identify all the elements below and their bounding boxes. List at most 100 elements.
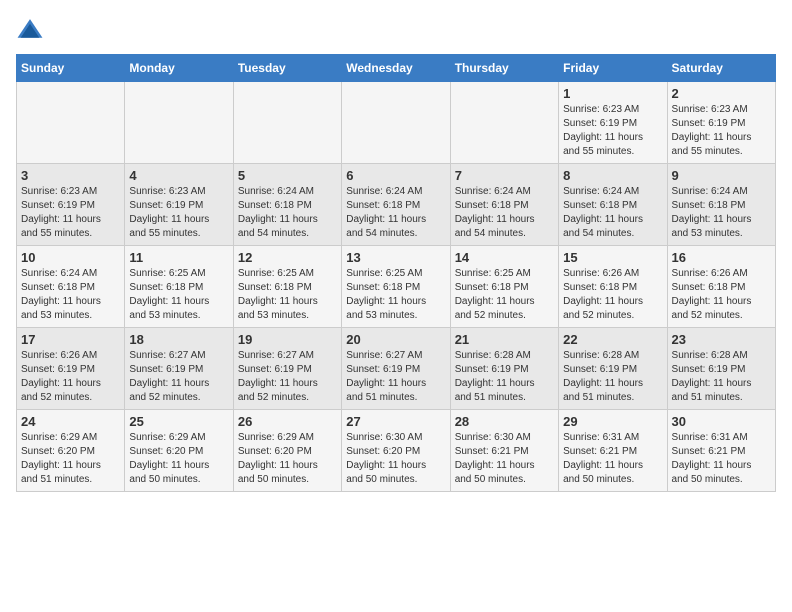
calendar-cell: 10 Sunrise: 6:24 AM Sunset: 6:18 PM Dayli… (17, 246, 125, 328)
day-info: Sunrise: 6:28 AM Sunset: 6:19 PM Dayligh… (563, 349, 662, 405)
calendar-cell: 9Sunrise: 6:24 AM Sunset: 6:18 PM Daylig… (667, 164, 775, 246)
calendar-row-2: 10 Sunrise: 6:24 AM Sunset: 6:18 PM Dayli… (17, 246, 776, 328)
day-number: 30 (672, 414, 771, 429)
day-info: Sunrise: 6:24 AM Sunset: 6:18 PM Dayligh… (346, 185, 445, 241)
calendar-cell: 11Sunrise: 6:25 AM Sunset: 6:18 PM Dayli… (125, 246, 233, 328)
header-cell-tuesday: Tuesday (233, 55, 341, 82)
day-number: 17 (21, 332, 120, 347)
day-number: 7 (455, 168, 554, 183)
day-info: Sunrise: 6:27 AM Sunset: 6:19 PM Dayligh… (129, 349, 228, 405)
day-info: Sunrise: 6:24 AM Sunset: 6:18 PM Dayligh… (563, 185, 662, 241)
calendar-row-0: 1 Sunrise: 6:23 AM Sunset: 6:19 PM Daylig… (17, 82, 776, 164)
calendar-cell: 15Sunrise: 6:26 AM Sunset: 6:18 PM Dayli… (559, 246, 667, 328)
day-number: 1 (563, 86, 662, 101)
day-number: 23 (672, 332, 771, 347)
day-info: Sunrise: 6:24 AM Sunset: 6:18 PM Dayligh… (455, 185, 554, 241)
calendar-cell: 12 Sunrise: 6:25 AM Sunset: 6:18 PM Dayli… (233, 246, 341, 328)
header-row: SundayMondayTuesdayWednesdayThursdayFrid… (17, 55, 776, 82)
day-info: Sunrise: 6:24 AM Sunset: 6:18 PM Dayligh… (238, 185, 337, 241)
day-info: Sunrise: 6:23 AM Sunset: 6:19 PM Dayligh… (21, 185, 120, 241)
calendar-cell: 28 Sunrise: 6:30 AM Sunset: 6:21 PM Dayli… (450, 410, 558, 492)
calendar-row-4: 24 Sunrise: 6:29 AM Sunset: 6:20 PM Dayli… (17, 410, 776, 492)
day-number: 14 (455, 250, 554, 265)
day-info: Sunrise: 6:26 AM Sunset: 6:19 PM Dayligh… (21, 349, 120, 405)
day-info: Sunrise: 6:26 AM Sunset: 6:18 PM Dayligh… (672, 267, 771, 323)
day-number: 10 (21, 250, 120, 265)
day-info: Sunrise: 6:28 AM Sunset: 6:19 PM Dayligh… (672, 349, 771, 405)
calendar-cell: 4 Sunrise: 6:23 AM Sunset: 6:19 PM Daylig… (125, 164, 233, 246)
day-number: 25 (129, 414, 228, 429)
calendar-cell: 5 Sunrise: 6:24 AM Sunset: 6:18 PM Daylig… (233, 164, 341, 246)
day-number: 12 (238, 250, 337, 265)
day-info: Sunrise: 6:23 AM Sunset: 6:19 PM Dayligh… (563, 103, 662, 159)
calendar-cell: 25 Sunrise: 6:29 AM Sunset: 6:20 PM Dayli… (125, 410, 233, 492)
day-info: Sunrise: 6:27 AM Sunset: 6:19 PM Dayligh… (238, 349, 337, 405)
header-cell-thursday: Thursday (450, 55, 558, 82)
header-cell-monday: Monday (125, 55, 233, 82)
calendar-cell: 8 Sunrise: 6:24 AM Sunset: 6:18 PM Daylig… (559, 164, 667, 246)
calendar-cell: 3 Sunrise: 6:23 AM Sunset: 6:19 PM Daylig… (17, 164, 125, 246)
day-info: Sunrise: 6:29 AM Sunset: 6:20 PM Dayligh… (129, 431, 228, 487)
calendar-row-1: 3 Sunrise: 6:23 AM Sunset: 6:19 PM Daylig… (17, 164, 776, 246)
day-info: Sunrise: 6:29 AM Sunset: 6:20 PM Dayligh… (238, 431, 337, 487)
calendar-cell: 21 Sunrise: 6:28 AM Sunset: 6:19 PM Dayli… (450, 328, 558, 410)
calendar-cell: 17 Sunrise: 6:26 AM Sunset: 6:19 PM Dayli… (17, 328, 125, 410)
day-number: 24 (21, 414, 120, 429)
day-info: Sunrise: 6:30 AM Sunset: 6:21 PM Dayligh… (455, 431, 554, 487)
calendar-cell: 19Sunrise: 6:27 AM Sunset: 6:19 PM Dayli… (233, 328, 341, 410)
calendar-cell (17, 82, 125, 164)
day-number: 2 (672, 86, 771, 101)
header-cell-saturday: Saturday (667, 55, 775, 82)
day-number: 11 (129, 250, 228, 265)
calendar-cell: 26 Sunrise: 6:29 AM Sunset: 6:20 PM Dayli… (233, 410, 341, 492)
calendar-cell: 18 Sunrise: 6:27 AM Sunset: 6:19 PM Dayli… (125, 328, 233, 410)
day-number: 20 (346, 332, 445, 347)
calendar-cell: 23 Sunrise: 6:28 AM Sunset: 6:19 PM Dayli… (667, 328, 775, 410)
day-info: Sunrise: 6:27 AM Sunset: 6:19 PM Dayligh… (346, 349, 445, 405)
day-number: 15 (563, 250, 662, 265)
day-number: 18 (129, 332, 228, 347)
day-info: Sunrise: 6:25 AM Sunset: 6:18 PM Dayligh… (346, 267, 445, 323)
calendar-cell: 22Sunrise: 6:28 AM Sunset: 6:19 PM Dayli… (559, 328, 667, 410)
calendar-cell: 30 Sunrise: 6:31 AM Sunset: 6:21 PM Dayli… (667, 410, 775, 492)
calendar-cell (342, 82, 450, 164)
calendar-cell: 27 Sunrise: 6:30 AM Sunset: 6:20 PM Dayli… (342, 410, 450, 492)
calendar-cell: 16 Sunrise: 6:26 AM Sunset: 6:18 PM Dayli… (667, 246, 775, 328)
day-info: Sunrise: 6:28 AM Sunset: 6:19 PM Dayligh… (455, 349, 554, 405)
day-info: Sunrise: 6:25 AM Sunset: 6:18 PM Dayligh… (455, 267, 554, 323)
day-info: Sunrise: 6:24 AM Sunset: 6:18 PM Dayligh… (21, 267, 120, 323)
day-number: 8 (563, 168, 662, 183)
day-info: Sunrise: 6:25 AM Sunset: 6:18 PM Dayligh… (238, 267, 337, 323)
day-number: 3 (21, 168, 120, 183)
calendar-cell: 7 Sunrise: 6:24 AM Sunset: 6:18 PM Daylig… (450, 164, 558, 246)
day-info: Sunrise: 6:30 AM Sunset: 6:20 PM Dayligh… (346, 431, 445, 487)
header-cell-friday: Friday (559, 55, 667, 82)
day-number: 28 (455, 414, 554, 429)
calendar-cell: 1 Sunrise: 6:23 AM Sunset: 6:19 PM Daylig… (559, 82, 667, 164)
day-number: 4 (129, 168, 228, 183)
calendar-cell: 6 Sunrise: 6:24 AM Sunset: 6:18 PM Daylig… (342, 164, 450, 246)
calendar-cell (450, 82, 558, 164)
day-number: 29 (563, 414, 662, 429)
logo (16, 16, 48, 44)
day-number: 6 (346, 168, 445, 183)
day-info: Sunrise: 6:23 AM Sunset: 6:19 PM Dayligh… (129, 185, 228, 241)
day-info: Sunrise: 6:24 AM Sunset: 6:18 PM Dayligh… (672, 185, 771, 241)
day-number: 16 (672, 250, 771, 265)
day-info: Sunrise: 6:31 AM Sunset: 6:21 PM Dayligh… (672, 431, 771, 487)
day-info: Sunrise: 6:31 AM Sunset: 6:21 PM Dayligh… (563, 431, 662, 487)
calendar-body: 1 Sunrise: 6:23 AM Sunset: 6:19 PM Daylig… (17, 82, 776, 492)
logo-icon (16, 16, 44, 44)
calendar-row-3: 17 Sunrise: 6:26 AM Sunset: 6:19 PM Dayli… (17, 328, 776, 410)
day-number: 5 (238, 168, 337, 183)
calendar-header: SundayMondayTuesdayWednesdayThursdayFrid… (17, 55, 776, 82)
calendar-cell: 14 Sunrise: 6:25 AM Sunset: 6:18 PM Dayli… (450, 246, 558, 328)
calendar-cell: 20 Sunrise: 6:27 AM Sunset: 6:19 PM Dayli… (342, 328, 450, 410)
header-cell-sunday: Sunday (17, 55, 125, 82)
day-number: 27 (346, 414, 445, 429)
day-number: 26 (238, 414, 337, 429)
day-number: 21 (455, 332, 554, 347)
calendar-table: SundayMondayTuesdayWednesdayThursdayFrid… (16, 54, 776, 492)
calendar-cell: 2Sunrise: 6:23 AM Sunset: 6:19 PM Daylig… (667, 82, 775, 164)
calendar-cell (125, 82, 233, 164)
